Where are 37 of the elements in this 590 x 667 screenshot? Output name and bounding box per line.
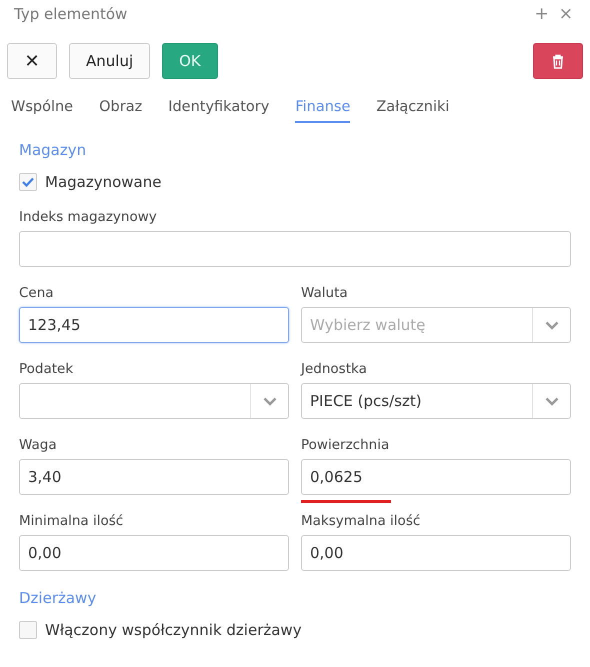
add-icon[interactable]: + bbox=[534, 4, 549, 24]
chevron-down-icon bbox=[544, 320, 558, 330]
field-label: Minimalna ilość bbox=[19, 513, 124, 529]
select-field[interactable]: PIECE (pcs/szt) bbox=[301, 383, 571, 419]
field-label: Podatek bbox=[19, 361, 74, 377]
input-field[interactable]: 0,0625 bbox=[301, 459, 571, 495]
window-title: Typ elementów bbox=[14, 5, 128, 23]
trash-icon bbox=[552, 54, 564, 68]
input-field[interactable]: 0,00 bbox=[301, 535, 571, 571]
section-title: Magazyn bbox=[19, 141, 88, 159]
checkbox-label: Włączony współczynnik dzierżawy bbox=[45, 621, 302, 639]
chevron-down-icon bbox=[544, 396, 558, 406]
tab[interactable]: Załączniki bbox=[376, 99, 450, 123]
close-button[interactable]: ✕ bbox=[7, 43, 57, 79]
cancel-button[interactable]: Anuluj bbox=[69, 43, 150, 79]
field-label: Maksymalna ilość bbox=[301, 513, 422, 529]
select-field[interactable] bbox=[19, 383, 289, 419]
delete-button[interactable] bbox=[533, 43, 583, 79]
tab[interactable]: Wspólne bbox=[11, 99, 74, 123]
tab[interactable]: Identyfikatory bbox=[168, 99, 270, 123]
checkbox[interactable] bbox=[19, 621, 37, 639]
checkbox-label: Magazynowane bbox=[45, 173, 162, 191]
field-label: Cena bbox=[19, 285, 55, 301]
close-icon[interactable]: × bbox=[558, 4, 573, 24]
section-title: Dzierżawy bbox=[19, 589, 98, 607]
input-field[interactable]: 0,00 bbox=[19, 535, 289, 571]
tab[interactable]: Obraz bbox=[99, 99, 142, 123]
chevron-down-icon bbox=[262, 396, 276, 406]
input-field[interactable]: 123,45 bbox=[19, 307, 289, 343]
input-field[interactable]: 3,40 bbox=[19, 459, 289, 495]
field-label: Waga bbox=[19, 437, 58, 453]
field-label: Powierzchnia bbox=[301, 437, 390, 453]
field-label: Indeks magazynowy bbox=[19, 209, 158, 225]
field-label: Jednostka bbox=[301, 361, 368, 377]
checkbox[interactable] bbox=[19, 173, 37, 191]
field-label: Waluta bbox=[301, 285, 349, 301]
input-field[interactable] bbox=[19, 231, 571, 267]
